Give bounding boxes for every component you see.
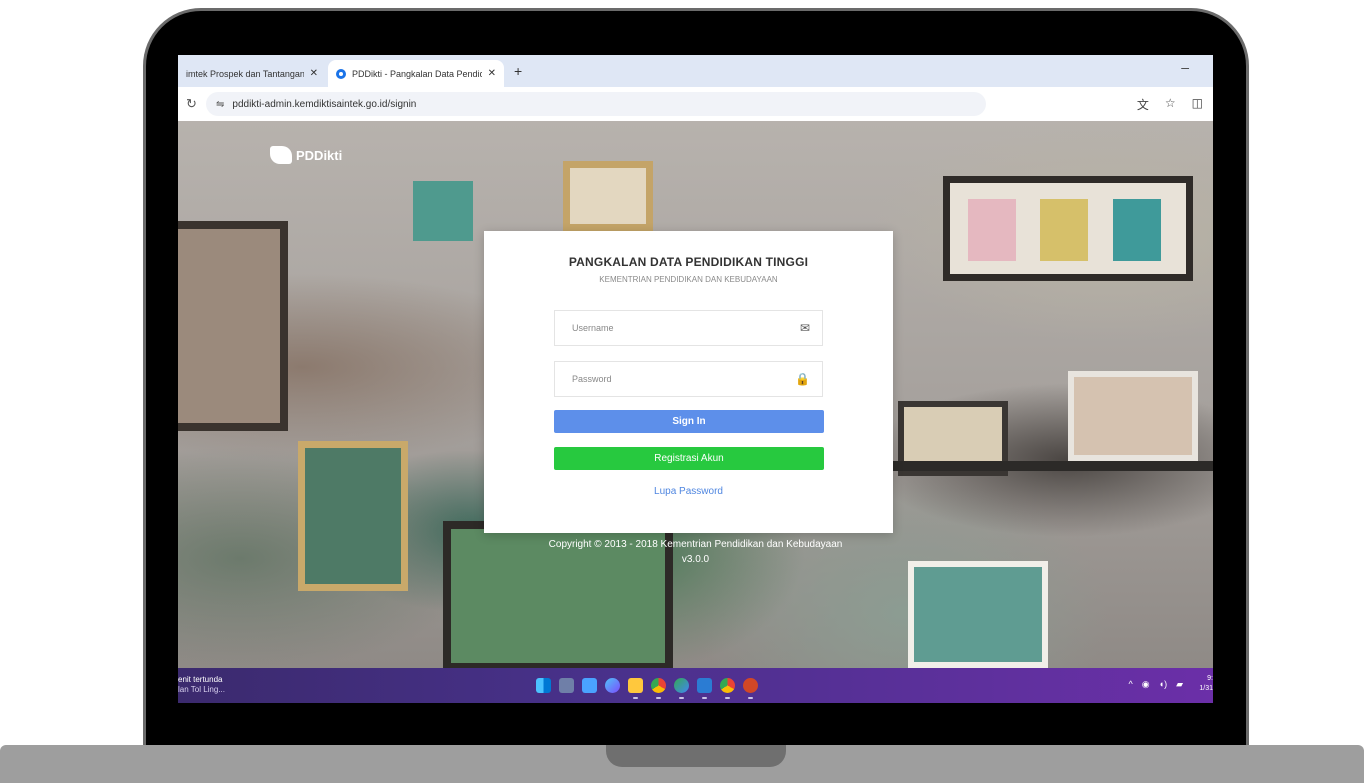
username-input[interactable]: [555, 311, 822, 345]
close-tab-icon[interactable]: ✕: [310, 68, 318, 79]
pddikti-logo: PDDikti: [270, 146, 342, 164]
volume-icon[interactable]: ◖): [1159, 679, 1167, 690]
battery-icon[interactable]: ▰: [1176, 679, 1183, 690]
tab-active[interactable]: PDDikti - Pangkalan Data Pendidikan ✕: [328, 60, 504, 87]
background-frame: [968, 199, 1016, 261]
browser-tab-strip: imtek Prospek dan Tantangan ✕ PDDikti - …: [178, 55, 1213, 87]
wifi-icon[interactable]: ◉: [1142, 679, 1150, 690]
system-tray: ^ ◉ ◖) ▰: [1129, 679, 1183, 690]
bookmark-star-icon[interactable]: ☆: [1165, 96, 1176, 113]
todo-icon[interactable]: [582, 678, 597, 693]
taskbar-apps: [536, 678, 758, 699]
background-frame: [563, 161, 653, 231]
background-frame: [908, 561, 1048, 668]
app-icon[interactable]: [674, 678, 689, 699]
clock-time: 9:: [1207, 675, 1213, 682]
taskbar-notification[interactable]: enit tertunda lan Tol Ling...: [178, 675, 225, 695]
version-text: v3.0.0: [681, 554, 710, 565]
laptop-notch: [606, 745, 786, 767]
page-subtitle: KEMENTRIAN PENDIDIKAN DAN KEBUDAYAAN: [599, 275, 778, 284]
tab-label: PDDikti - Pangkalan Data Pendidikan: [352, 68, 482, 79]
address-bar[interactable]: ⇋ pddikti-admin.kemdiktisaintek.go.id/si…: [206, 92, 986, 116]
notification-subtitle: lan Tol Ling...: [178, 685, 225, 694]
browser-toolbar: ↻ ⇋ pddikti-admin.kemdiktisaintek.go.id/…: [178, 87, 1213, 122]
forgot-password-link[interactable]: Lupa Password: [484, 486, 893, 497]
login-card: PANGKALAN DATA PENDIDIKAN TINGGI KEMENTR…: [484, 231, 893, 533]
taskbar-clock[interactable]: 9: 1/31: [1199, 674, 1213, 694]
background-frame: [178, 221, 288, 431]
new-tab-button[interactable]: +: [514, 63, 522, 79]
background-frame: [1068, 371, 1198, 461]
page-title: PANGKALAN DATA PENDIDIKAN TINGGI: [568, 255, 809, 269]
username-field[interactable]: ✉: [554, 310, 823, 346]
clock-date: 1/31: [1199, 685, 1213, 692]
lock-icon: 🔒: [795, 372, 810, 386]
footer: Copyright © 2013 - 2018 Kementrian Pendi…: [178, 537, 1213, 567]
sign-in-button[interactable]: Sign In: [554, 410, 824, 433]
background-frame: [1113, 199, 1161, 261]
site-settings-icon[interactable]: ⇋: [216, 99, 224, 110]
laptop-screen: imtek Prospek dan Tantangan ✕ PDDikti - …: [178, 55, 1213, 703]
taskbar: enit tertunda lan Tol Ling... ^ ◉ ◖) ▰ 9…: [178, 668, 1213, 703]
background-frame: [413, 181, 473, 241]
tab-inactive[interactable]: imtek Prospek dan Tantangan ✕: [178, 60, 326, 87]
windows-start-icon[interactable]: [536, 678, 551, 693]
reload-icon[interactable]: ↻: [186, 96, 197, 112]
password-input[interactable]: [555, 362, 822, 396]
signin-page: PDDikti PANGKALAN DATA PENDIDIKAN TINGGI…: [178, 121, 1213, 671]
word-icon[interactable]: [697, 678, 712, 699]
background-frame: [1040, 199, 1088, 261]
password-field[interactable]: 🔒: [554, 361, 823, 397]
background-shelf: [878, 461, 1213, 471]
tab-label: imtek Prospek dan Tantangan: [186, 68, 304, 79]
translate-icon[interactable]: 文: [1137, 96, 1149, 113]
notification-title: enit tertunda: [178, 675, 223, 684]
copyright-text: Copyright © 2013 - 2018 Kementrian Pendi…: [548, 539, 843, 550]
file-explorer-icon[interactable]: [628, 678, 643, 699]
tray-overflow-icon[interactable]: ^: [1129, 679, 1133, 690]
pddikti-favicon-icon: [336, 68, 346, 79]
envelope-icon: ✉: [799, 321, 810, 335]
extensions-icon[interactable]: ◫: [1192, 96, 1203, 113]
copilot-icon[interactable]: [605, 678, 620, 693]
close-tab-icon[interactable]: ✕: [488, 68, 496, 79]
url-text: pddikti-admin.kemdiktisaintek.go.id/sign…: [232, 98, 417, 110]
powerpoint-icon[interactable]: [743, 678, 758, 699]
chrome-icon[interactable]: [720, 678, 735, 699]
register-account-button[interactable]: Registrasi Akun: [554, 447, 824, 470]
logo-text: PDDikti: [296, 147, 343, 163]
chrome-icon[interactable]: [651, 678, 666, 699]
task-view-icon[interactable]: [559, 678, 574, 693]
background-frame: [298, 441, 408, 591]
minimize-window-button[interactable]: –: [1181, 59, 1189, 75]
pddikti-logo-icon: [270, 146, 292, 164]
